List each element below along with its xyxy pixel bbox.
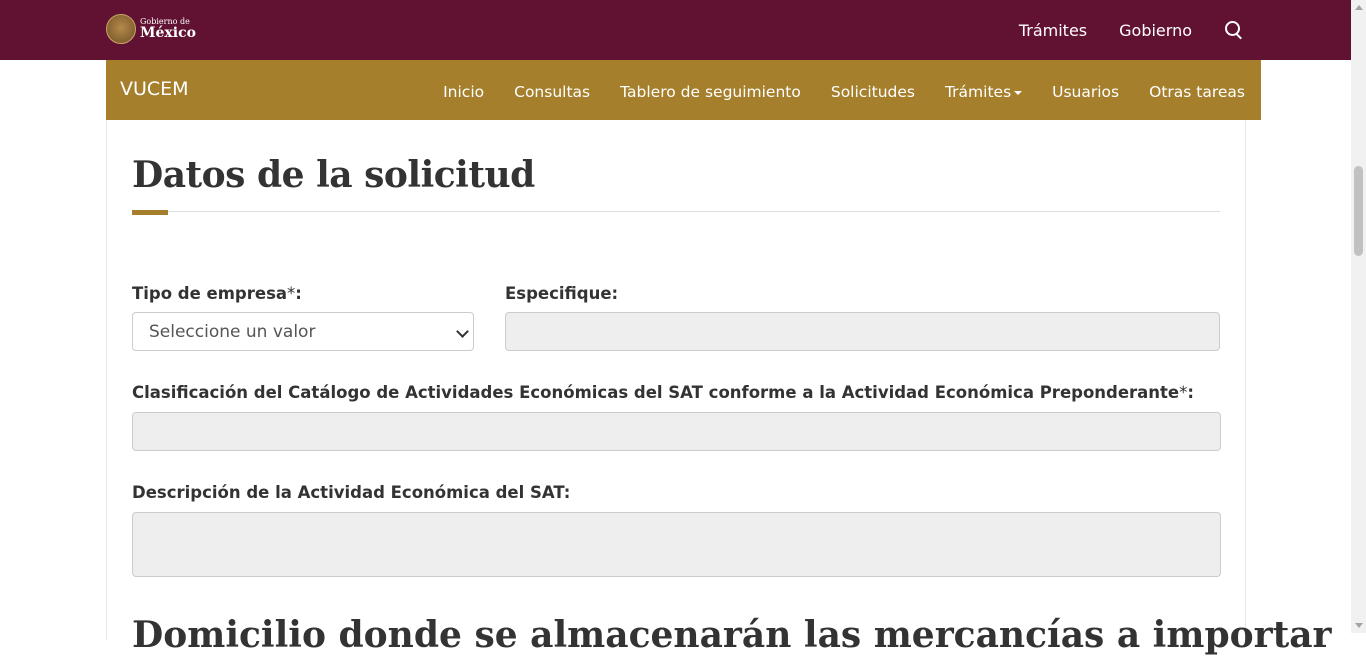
tipo-empresa-label-text: Tipo de empresa <box>132 284 288 303</box>
scroll-up-arrow-icon[interactable] <box>1355 5 1363 10</box>
clasificacion-label: Clasificación del Catálogo de Actividade… <box>132 383 1194 402</box>
descripcion-label: Descripción de la Actividad Económica de… <box>132 483 571 502</box>
title-divider <box>132 211 1220 212</box>
national-seal-icon <box>106 14 136 44</box>
app-navbar: VUCEM Inicio Consultas Tablero de seguim… <box>106 60 1261 120</box>
nav-consultas[interactable]: Consultas <box>514 83 590 101</box>
nav-usuarios[interactable]: Usuarios <box>1052 83 1119 101</box>
nav-solicitudes[interactable]: Solicitudes <box>831 83 915 101</box>
government-nav: Trámites Gobierno <box>1019 0 1244 60</box>
page-scrollbar[interactable] <box>1351 0 1366 633</box>
app-nav: Inicio Consultas Tablero de seguimiento … <box>443 60 1245 124</box>
especifique-label: Especifique: <box>505 284 619 303</box>
tipo-empresa-selected-value: Seleccione un valor <box>149 322 316 342</box>
gov-nav-gobierno[interactable]: Gobierno <box>1119 21 1192 40</box>
tipo-empresa-select[interactable]: Seleccione un valor <box>132 312 474 351</box>
content-panel: Datos de la solicitud Tipo de empresa*: … <box>106 120 1332 656</box>
title-accent-bar <box>132 210 168 215</box>
clasificacion-field <box>132 412 1221 451</box>
tipo-empresa-label: Tipo de empresa*: <box>132 284 302 303</box>
chevron-down-icon <box>456 325 469 338</box>
brand-vucem[interactable]: VUCEM <box>120 78 189 100</box>
nav-tramites-label: Trámites <box>944 83 1012 101</box>
label-colon: : <box>295 284 302 303</box>
descripcion-textarea <box>132 512 1221 577</box>
nav-otras-tareas[interactable]: Otras tareas <box>1149 83 1245 101</box>
clasificacion-label-text: Clasificación del Catálogo de Actividade… <box>132 383 1180 402</box>
scrollbar-thumb[interactable] <box>1354 166 1363 256</box>
nav-inicio[interactable]: Inicio <box>443 83 484 101</box>
government-header: Gobierno de México Trámites Gobierno <box>0 0 1366 60</box>
gov-nav-tramites[interactable]: Trámites <box>1019 21 1087 40</box>
caret-down-icon <box>1014 90 1023 95</box>
search-icon[interactable] <box>1224 20 1244 40</box>
label-colon: : <box>1187 383 1194 402</box>
gobierno-de-mexico-logo[interactable]: Gobierno de México <box>106 14 196 44</box>
domicilio-section-title: Domicilio donde se almacenarán las merca… <box>132 614 1332 656</box>
scroll-down-arrow-icon[interactable] <box>1355 623 1363 628</box>
logo-big-text: México <box>140 25 196 41</box>
logo-text: Gobierno de México <box>140 18 196 41</box>
nav-tramites-dropdown[interactable]: Trámites <box>944 83 1023 101</box>
especifique-field <box>505 312 1220 351</box>
nav-tablero-de-seguimiento[interactable]: Tablero de seguimiento <box>620 83 801 101</box>
page-title: Datos de la solicitud <box>132 154 535 196</box>
